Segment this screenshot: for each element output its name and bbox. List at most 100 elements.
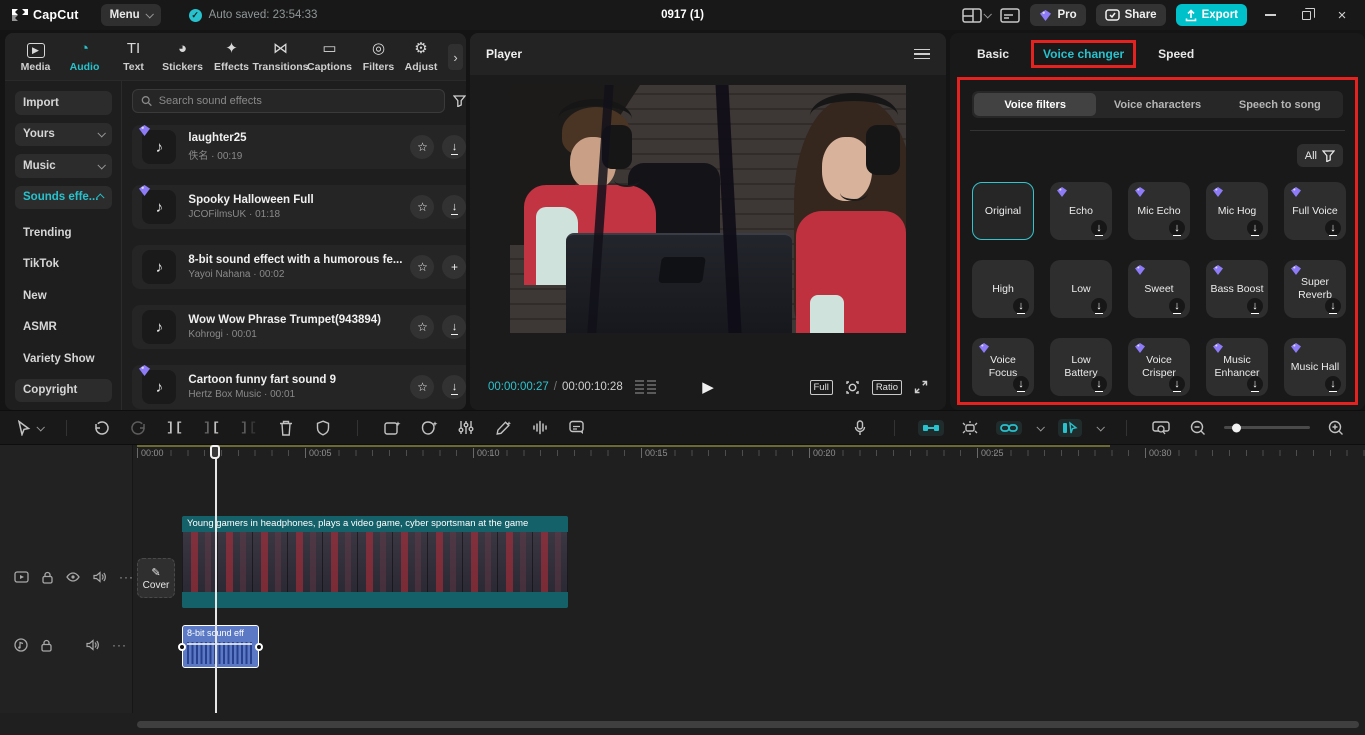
sound-list-item[interactable]: ♪ Spooky Halloween Full JCOFilmsUK · 01:…	[132, 185, 466, 229]
delete-left-icon[interactable]: ][	[201, 420, 223, 435]
panel-layout-icon[interactable]	[1000, 8, 1020, 23]
playhead-handle[interactable]	[210, 445, 220, 459]
download-icon[interactable]: ↓	[1091, 298, 1107, 314]
media-tab[interactable]: ▭ Captions	[305, 40, 354, 73]
maximize-button[interactable]	[1293, 4, 1319, 26]
add-to-timeline-button[interactable]: +	[442, 255, 466, 279]
voice-filter-card[interactable]: Super Reverb ↓	[1284, 260, 1346, 318]
link-clips-icon[interactable]	[996, 421, 1022, 435]
download-icon[interactable]: ↓	[1013, 298, 1029, 314]
download-icon[interactable]: ↓	[1091, 220, 1107, 236]
lock-icon[interactable]	[42, 570, 53, 584]
chevron-down-icon[interactable]	[1036, 423, 1044, 431]
download-icon[interactable]: ↓	[1013, 376, 1029, 392]
sound-list-item[interactable]: ♪ laughter25 佚名 · 00:19 ☆ ↓ +	[132, 125, 466, 169]
media-tab[interactable]: ◕ Stickers	[158, 40, 207, 73]
sound-list-item[interactable]: ♪ Cartoon funny fart sound 9 Hertz Box M…	[132, 365, 466, 409]
voice-filter-card[interactable]: Voice Crisper ↓	[1128, 338, 1190, 396]
sidebar-item[interactable]: ASMR	[15, 316, 112, 340]
edge-snap-icon[interactable]	[1058, 419, 1082, 437]
ratio-button[interactable]: Ratio	[872, 380, 902, 395]
voice-filter-card[interactable]: Bass Boost ↓	[1206, 260, 1268, 318]
audio-clip[interactable]: 8-bit sound eff	[182, 625, 259, 668]
clip-trim-handle-left[interactable]	[178, 643, 186, 651]
voice-filter-card[interactable]: Low ↓	[1050, 260, 1112, 318]
playhead-line[interactable]	[215, 445, 217, 713]
favorite-star-button[interactable]: ☆	[410, 255, 434, 279]
voice-filter-card[interactable]: Music Enhancer ↓	[1206, 338, 1268, 396]
voice-filter-card[interactable]: Music Hall ↓	[1284, 338, 1346, 396]
play-button[interactable]: ▶	[702, 378, 714, 396]
download-icon[interactable]: ↓	[1325, 220, 1341, 236]
media-tab[interactable]: ⚙ Adjust	[403, 40, 439, 73]
settings-tab[interactable]: Speed	[1146, 40, 1206, 68]
sidebar-item[interactable]: New	[15, 284, 112, 308]
download-icon[interactable]: ↓	[1091, 376, 1107, 392]
menu-button[interactable]: Menu	[101, 4, 161, 26]
more-icon[interactable]: ···	[112, 638, 127, 652]
download-icon[interactable]: ↓	[1247, 376, 1263, 392]
sound-list-item[interactable]: ♪ 8-bit sound effect with a humorous fe.…	[132, 245, 466, 289]
eye-icon[interactable]	[66, 570, 80, 584]
zoom-slider-knob[interactable]	[1232, 423, 1241, 432]
ai-voice-icon[interactable]	[492, 420, 514, 436]
audio-waveform-icon[interactable]	[529, 420, 551, 435]
redo-icon[interactable]	[127, 420, 149, 435]
ai-cutout-icon[interactable]	[381, 420, 403, 436]
media-tab[interactable]: ⋈ Transitions	[256, 40, 305, 73]
sidebar-item[interactable]: Trending	[15, 221, 112, 245]
all-filter-button[interactable]: All	[1297, 144, 1343, 167]
preview-axis-icon[interactable]	[1150, 421, 1172, 435]
download-icon[interactable]: ↓	[1247, 220, 1263, 236]
mask-icon[interactable]	[312, 420, 334, 436]
favorite-star-button[interactable]: ☆	[410, 315, 434, 339]
pro-button[interactable]: Pro	[1030, 4, 1085, 26]
close-button[interactable]: ×	[1329, 4, 1355, 26]
timeline-ruler[interactable]: 00:0000:0500:1000:1500:2000:2500:30	[133, 445, 1365, 463]
download-button[interactable]: ↓	[442, 135, 466, 159]
media-tab[interactable]: TI Text	[109, 40, 158, 73]
volume-icon[interactable]	[86, 638, 99, 652]
frame-compare-icon[interactable]	[635, 380, 656, 394]
preview-quality-icon[interactable]	[845, 380, 860, 395]
more-icon[interactable]: ···	[119, 570, 134, 584]
video-preview[interactable]	[510, 85, 906, 333]
zoom-out-icon[interactable]	[1187, 420, 1209, 436]
search-input[interactable]	[159, 95, 437, 107]
audio-volume-line[interactable]	[187, 643, 252, 645]
layout-switch-icon[interactable]	[962, 8, 990, 23]
media-tab[interactable]: ◎ Filters	[354, 40, 403, 73]
sound-filter-button[interactable]	[453, 95, 466, 107]
sidebar-item[interactable]: Yours	[15, 123, 112, 147]
download-icon[interactable]: ↓	[1247, 298, 1263, 314]
settings-tab[interactable]: Voice changer	[1031, 40, 1136, 68]
fullscreen-icon[interactable]	[914, 380, 928, 394]
share-button[interactable]: Share	[1096, 4, 1166, 26]
sidebar-item[interactable]: Music	[15, 154, 112, 178]
download-icon[interactable]: ↓	[1169, 376, 1185, 392]
volume-icon[interactable]	[93, 570, 106, 584]
media-tab[interactable]: ◔ Audio	[60, 40, 109, 73]
sidebar-item[interactable]: Copyright	[15, 379, 112, 403]
adjust-sliders-icon[interactable]	[455, 420, 477, 435]
download-icon[interactable]: ↓	[1169, 298, 1185, 314]
favorite-star-button[interactable]: ☆	[410, 195, 434, 219]
favorite-star-button[interactable]: ☆	[410, 375, 434, 399]
sidebar-item[interactable]: Import	[15, 91, 112, 115]
voice-filter-card[interactable]: Voice Focus ↓	[972, 338, 1034, 396]
lock-icon[interactable]	[41, 638, 52, 652]
record-voiceover-mic-icon[interactable]	[849, 420, 871, 436]
download-button[interactable]: ↓	[442, 195, 466, 219]
voice-filter-card[interactable]: Mic Hog ↓	[1206, 182, 1268, 240]
voice-changer-subtab[interactable]: Voice filters	[974, 93, 1096, 116]
download-button[interactable]: ↓	[442, 315, 466, 339]
chevron-down-icon[interactable]	[1096, 423, 1104, 431]
search-box[interactable]	[132, 89, 445, 113]
voice-changer-subtab[interactable]: Voice characters	[1096, 93, 1218, 116]
delete-icon[interactable]	[275, 420, 297, 436]
edit-cover-button[interactable]: ✎ Cover	[137, 558, 175, 598]
voice-filter-card[interactable]: Mic Echo ↓	[1128, 182, 1190, 240]
media-tab[interactable]: ✦ Effects	[207, 40, 256, 73]
timeline-zoom-slider[interactable]	[1224, 426, 1310, 429]
settings-tab[interactable]: Basic	[965, 40, 1021, 68]
